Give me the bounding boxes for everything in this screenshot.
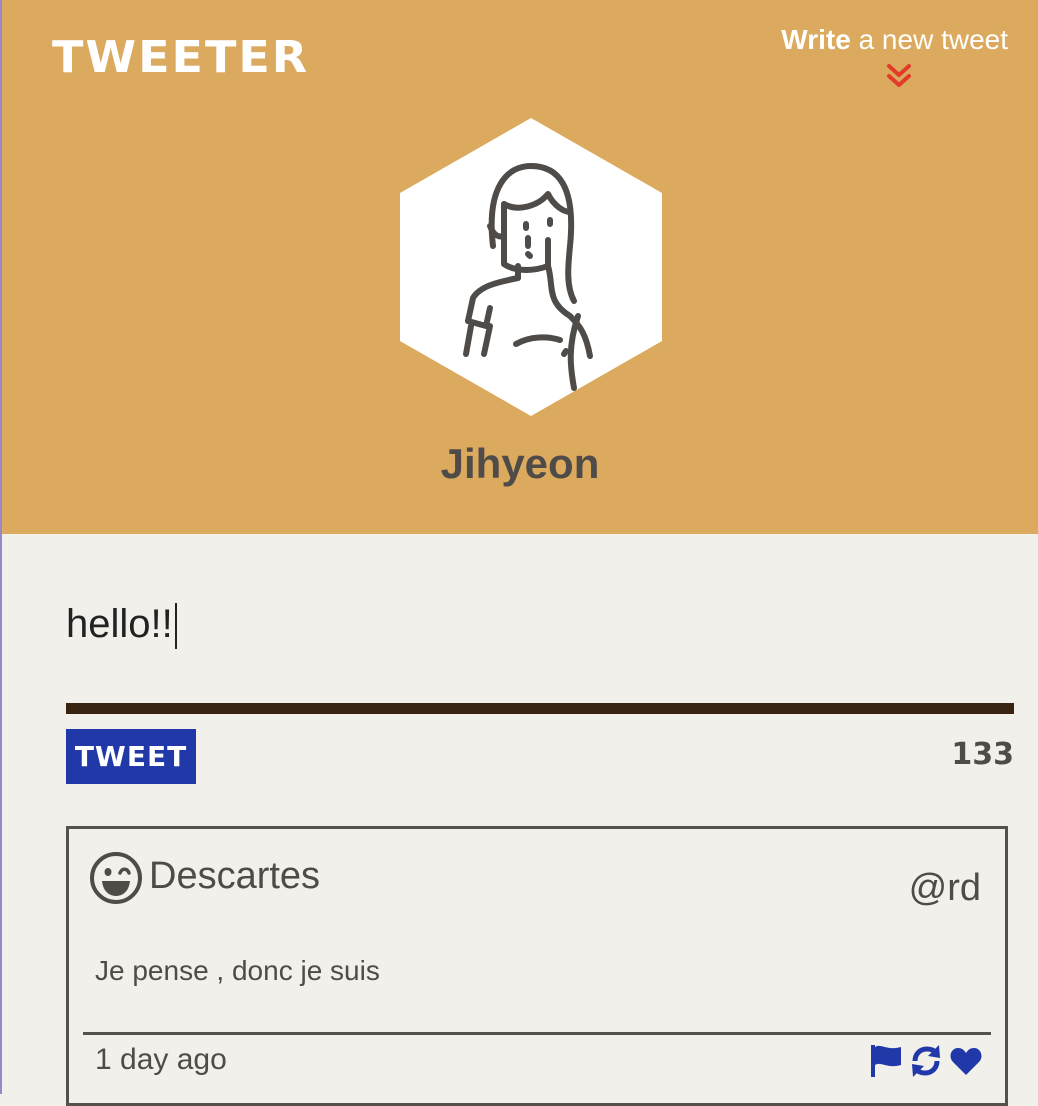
flag-icon[interactable] [869, 1043, 903, 1079]
compose-link-text: a new tweet [850, 24, 1008, 55]
tweet-divider [83, 1032, 991, 1035]
tweet-handle: @rd [908, 867, 981, 909]
compose-link-strong: Write [781, 24, 851, 55]
tweet-button[interactable]: TWEET [66, 729, 196, 784]
brand-logo[interactable]: TWEETER [52, 31, 309, 82]
composer-underline [66, 703, 1014, 714]
tweet-textarea-value: hello!! [66, 602, 173, 646]
heart-icon[interactable] [949, 1043, 983, 1079]
user-avatar [400, 118, 662, 416]
chevron-double-down-icon [887, 64, 912, 87]
tweet-author: Descartes [149, 855, 321, 897]
tweet-actions [869, 1043, 983, 1079]
text-caret [174, 603, 177, 650]
tweet-card: Descartes @rd Je pense , donc je suis 1 … [66, 826, 1008, 1106]
write-new-tweet-link[interactable]: Write a new tweet [781, 24, 1008, 87]
retweet-icon[interactable] [909, 1043, 943, 1079]
wink-emoji-icon [90, 852, 142, 904]
tweet-textarea[interactable]: hello!! [66, 592, 1014, 662]
tweet-text: Je pense , donc je suis [95, 955, 380, 986]
profile-username: Jihyeon [440, 440, 600, 487]
character-counter: 133 [951, 737, 1014, 772]
profile-header: TWEETER Write a new tweet Jihyeon [2, 0, 1038, 534]
tweet-timestamp: 1 day ago [95, 1043, 227, 1076]
